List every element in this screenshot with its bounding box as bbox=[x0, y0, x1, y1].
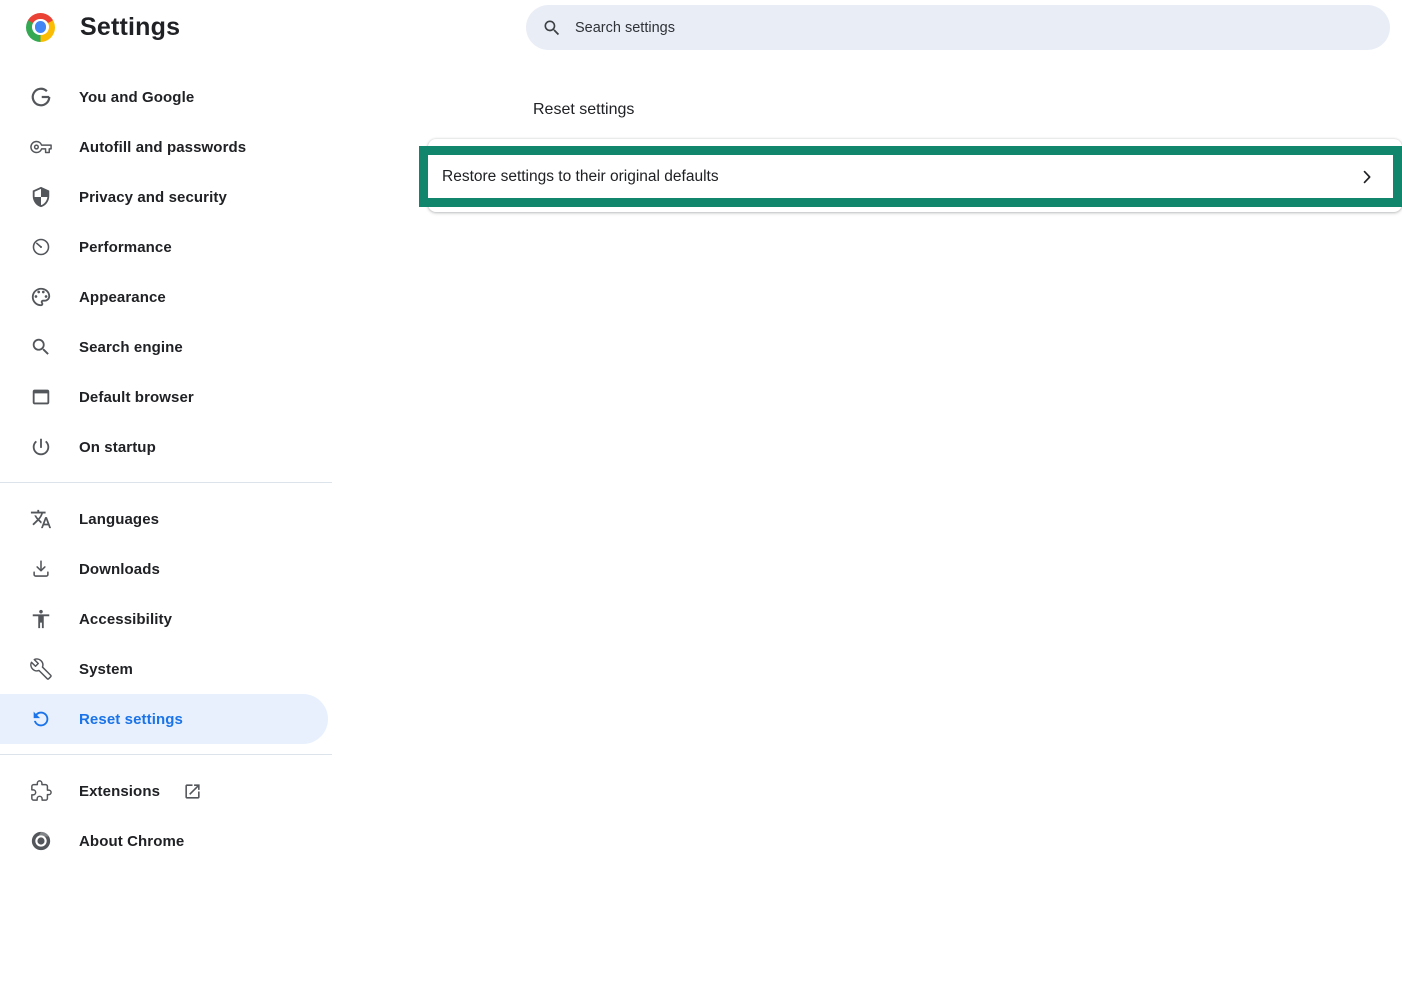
key-icon bbox=[30, 136, 52, 158]
palette-icon bbox=[30, 286, 52, 308]
sidebar-item-privacy-and-security[interactable]: Privacy and security bbox=[0, 172, 328, 222]
sidebar-item-on-startup[interactable]: On startup bbox=[0, 422, 328, 472]
sidebar-item-label: Appearance bbox=[79, 289, 166, 306]
sidebar-item-search-engine[interactable]: Search engine bbox=[0, 322, 328, 372]
shield-icon bbox=[30, 186, 52, 208]
sidebar-item-system[interactable]: System bbox=[0, 644, 328, 694]
chrome-logo-icon bbox=[26, 13, 55, 42]
open-in-new-icon bbox=[183, 782, 202, 801]
sidebar-nav: You and Google Autofill and passwords Priv… bbox=[0, 72, 332, 866]
sidebar-item-label: Performance bbox=[79, 239, 172, 256]
page-title: Settings bbox=[80, 13, 180, 42]
sidebar-header: Settings bbox=[26, 11, 180, 43]
chevron-right-icon bbox=[1357, 167, 1377, 187]
sidebar-item-label: Extensions bbox=[79, 783, 160, 800]
browser-window-icon bbox=[30, 386, 52, 408]
sidebar-item-default-browser[interactable]: Default browser bbox=[0, 372, 328, 422]
sidebar-item-you-and-google[interactable]: You and Google bbox=[0, 72, 328, 122]
sidebar-item-label: About Chrome bbox=[79, 833, 184, 850]
sidebar-item-accessibility[interactable]: Accessibility bbox=[0, 594, 328, 644]
speedometer-icon bbox=[30, 236, 52, 258]
sidebar-item-label: You and Google bbox=[79, 89, 194, 106]
download-icon bbox=[30, 558, 52, 580]
chrome-logo-white-ring bbox=[32, 19, 49, 36]
google-g-icon bbox=[30, 86, 52, 108]
sidebar-item-label: Search engine bbox=[79, 339, 183, 356]
sidebar-item-downloads[interactable]: Downloads bbox=[0, 544, 328, 594]
search-icon bbox=[542, 18, 562, 38]
sidebar-item-label: Privacy and security bbox=[79, 189, 227, 206]
sidebar-item-label: System bbox=[79, 661, 133, 678]
sidebar-item-label: Accessibility bbox=[79, 611, 172, 628]
sidebar-item-about-chrome[interactable]: About Chrome bbox=[0, 816, 328, 866]
sidebar-item-label: Reset settings bbox=[79, 711, 183, 728]
sidebar-item-performance[interactable]: Performance bbox=[0, 222, 328, 272]
reset-icon bbox=[30, 708, 52, 730]
sidebar-item-extensions[interactable]: Extensions bbox=[0, 766, 328, 816]
translate-icon bbox=[30, 508, 52, 530]
sidebar-item-languages[interactable]: Languages bbox=[0, 494, 328, 544]
sidebar-divider bbox=[0, 754, 332, 755]
search-icon bbox=[30, 336, 52, 358]
sidebar-item-label: Default browser bbox=[79, 389, 194, 406]
sidebar-divider bbox=[0, 482, 332, 483]
wrench-icon bbox=[30, 658, 52, 680]
power-icon bbox=[30, 436, 52, 458]
chrome-logo-blue-core bbox=[35, 21, 47, 33]
sidebar-item-label: Autofill and passwords bbox=[79, 139, 246, 156]
chrome-gray-icon bbox=[30, 830, 52, 852]
sidebar-item-label: Downloads bbox=[79, 561, 160, 578]
section-heading: Reset settings bbox=[533, 101, 634, 119]
restore-defaults-row[interactable]: Restore settings to their original defau… bbox=[419, 146, 1402, 207]
puzzle-icon bbox=[30, 780, 52, 802]
sidebar-item-appearance[interactable]: Appearance bbox=[0, 272, 328, 322]
restore-defaults-label: Restore settings to their original defau… bbox=[442, 168, 719, 186]
accessibility-icon bbox=[30, 608, 52, 630]
sidebar-item-autofill-and-passwords[interactable]: Autofill and passwords bbox=[0, 122, 328, 172]
search-bar bbox=[526, 5, 1390, 50]
sidebar-item-label: Languages bbox=[79, 511, 159, 528]
search-input[interactable] bbox=[573, 19, 1374, 37]
sidebar-item-reset-settings[interactable]: Reset settings bbox=[0, 694, 328, 744]
sidebar-item-label: On startup bbox=[79, 439, 156, 456]
chrome-settings-page: Settings You and Google Autofill and pass… bbox=[0, 0, 1402, 986]
